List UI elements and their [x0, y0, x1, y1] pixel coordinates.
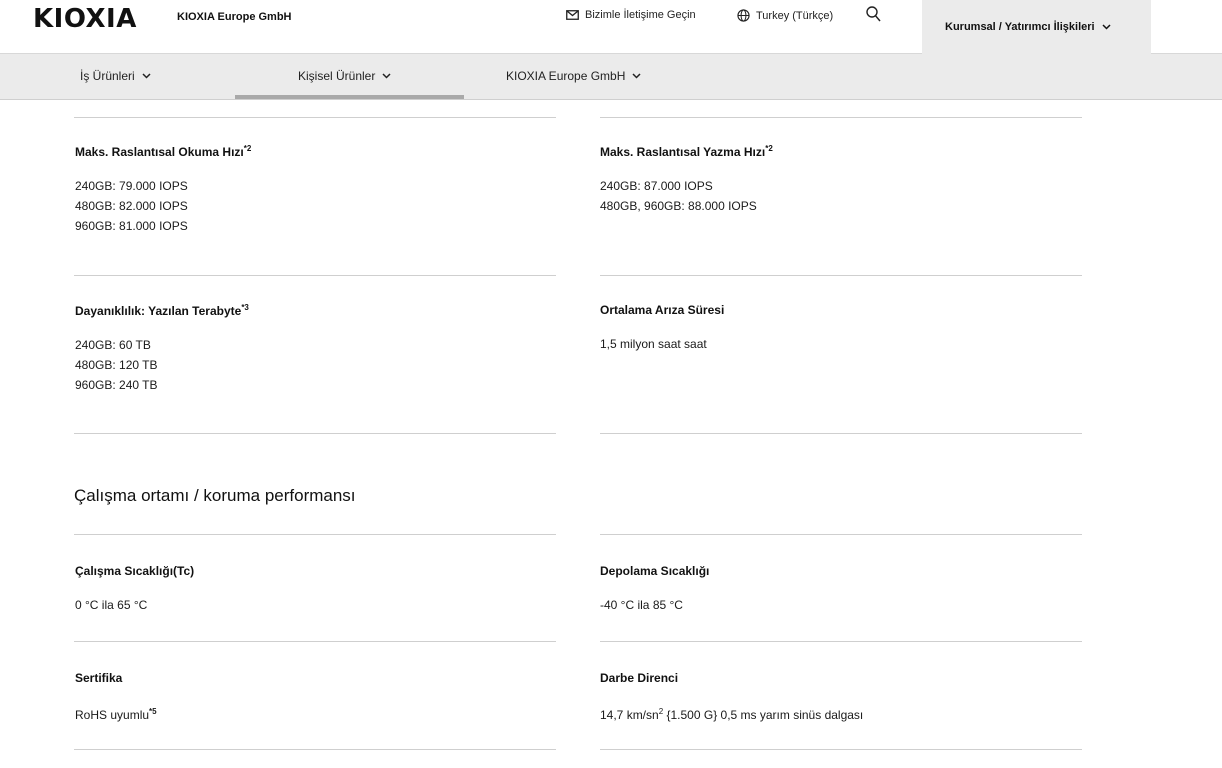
footnote-ref: *2 — [243, 144, 252, 153]
divider — [600, 433, 1082, 434]
spec-random-write: Maks. Raslantısal Yazma Hızı*2 240GB: 87… — [600, 144, 1080, 216]
divider — [74, 117, 556, 118]
spec-title: Çalışma Sıcaklığı(Tc) — [75, 564, 195, 578]
divider — [600, 534, 1082, 535]
spec-value: 240GB: 79.000 IOPS — [75, 179, 188, 193]
contact-link[interactable]: Bizimle İletişime Geçin — [566, 9, 696, 21]
region-label: Turkey (Türkçe) — [756, 9, 834, 22]
spec-storage-temp: Depolama Sıcaklığı -40 °C ila 85 °C — [600, 564, 1080, 615]
spec-value: 480GB: 120 TB — [75, 358, 158, 372]
spec-value: 240GB: 87.000 IOPS — [600, 179, 713, 193]
top-header: KIOXIA KIOXIA Europe GmbH Bizimle İletiş… — [0, 0, 1222, 54]
corporate-label: Kurumsal / Yatırımcı İlişkileri — [945, 21, 1095, 33]
spec-value: 14,7 km/sn2 {1.500 G} 0,5 ms yarım sinüs… — [600, 707, 864, 722]
nav-label: KIOXIA Europe GmbH — [506, 69, 626, 83]
spec-value: 960GB: 240 TB — [75, 378, 158, 392]
divider — [74, 749, 556, 750]
divider — [74, 433, 556, 434]
corporate-investor-menu[interactable]: Kurumsal / Yatırımcı İlişkileri — [922, 0, 1151, 54]
nav-label: Kişisel Ürünler — [298, 69, 376, 83]
spec-value: RoHS uyumlu*5 — [75, 707, 157, 722]
divider — [74, 275, 556, 276]
search-button[interactable] — [866, 6, 881, 27]
chevron-down-icon — [142, 73, 151, 79]
footnote-ref: *2 — [765, 144, 773, 153]
spec-title: Maks. Raslantısal Yazma Hızı*2 — [600, 144, 773, 159]
nav-business-products[interactable]: İş Ürünleri — [80, 69, 151, 83]
spec-title: Maks. Raslantısal Okuma Hızı*2 — [75, 144, 252, 159]
divider — [74, 534, 556, 535]
spec-random-read: Maks. Raslantısal Okuma Hızı*2 240GB: 79… — [75, 144, 555, 236]
search-icon — [866, 6, 881, 22]
spec-value: 240GB: 60 TB — [75, 338, 151, 352]
spec-title: Darbe Direnci — [600, 671, 679, 685]
chevron-down-icon — [1102, 24, 1111, 30]
kioxia-logo[interactable]: KIOXIA — [33, 4, 137, 34]
spec-title: Ortalama Arıza Süresi — [600, 303, 725, 317]
spec-certification: Sertifika RoHS uyumlu*5 — [75, 671, 555, 725]
globe-icon — [737, 9, 750, 22]
chevron-down-icon — [632, 73, 641, 79]
divider — [74, 641, 556, 642]
section-title: Çalışma ortamı / koruma performansı — [74, 486, 356, 505]
spec-title: Depolama Sıcaklığı — [600, 564, 710, 578]
divider — [600, 749, 1082, 750]
chevron-down-icon — [382, 73, 391, 79]
spec-value: 960GB: 81.000 IOPS — [75, 219, 188, 233]
spec-title: Dayanıklılık: Yazılan Terabyte*3 — [75, 303, 249, 318]
spec-value: -40 °C ila 85 °C — [600, 598, 683, 612]
divider — [600, 275, 1082, 276]
region-selector[interactable]: Turkey (Türkçe) — [737, 9, 833, 22]
divider — [600, 641, 1082, 642]
spec-operating-temp: Çalışma Sıcaklığı(Tc) 0 °C ila 65 °C — [75, 564, 555, 615]
spec-value: 1,5 milyon saat saat — [600, 337, 707, 351]
spec-endurance: Dayanıklılık: Yazılan Terabyte*3 240GB: … — [75, 303, 555, 395]
spec-shock: Darbe Direnci 14,7 km/sn2 {1.500 G} 0,5 … — [600, 671, 1080, 725]
mail-icon — [566, 10, 579, 20]
spec-value: 480GB, 960GB: 88.000 IOPS — [600, 199, 757, 213]
company-name: KIOXIA Europe GmbH — [177, 11, 292, 23]
nav-kioxia-europe[interactable]: KIOXIA Europe GmbH — [506, 69, 641, 83]
contact-label: Bizimle İletişime Geçin — [585, 9, 696, 21]
main-nav: İş Ürünleri Kişisel Ürünler KIOXIA Europ… — [0, 54, 1222, 100]
spec-value: 480GB: 82.000 IOPS — [75, 199, 188, 213]
divider — [600, 117, 1082, 118]
nav-label: İş Ürünleri — [80, 69, 135, 83]
nav-personal-products[interactable]: Kişisel Ürünler — [298, 69, 391, 83]
spec-title: Sertifika — [75, 671, 123, 685]
footnote-ref: *3 — [241, 303, 249, 312]
active-nav-indicator — [235, 95, 464, 99]
footnote-ref: *5 — [149, 707, 157, 716]
spec-value: 0 °C ila 65 °C — [75, 598, 148, 612]
spec-mttf: Ortalama Arıza Süresi 1,5 milyon saat sa… — [600, 303, 1080, 354]
